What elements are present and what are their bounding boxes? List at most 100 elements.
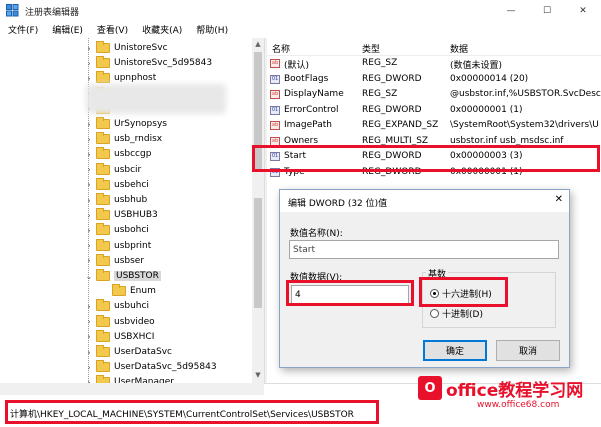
folder-icon	[96, 299, 110, 312]
radio-unselected-icon	[430, 309, 439, 318]
expand-arrow-icon[interactable]: ›	[84, 120, 94, 129]
tree-item[interactable]: › usbvideo	[84, 314, 155, 330]
title-bar: 注册表编辑器 — ☐ ✕	[0, 0, 601, 21]
value-row[interactable]: 01 ErrorControl REG_DWORD 0x00000001 (1)	[267, 103, 601, 118]
dialog-close-icon[interactable]: ✕	[555, 194, 563, 205]
folder-icon	[96, 269, 110, 281]
value-row[interactable]: ab DisplayName REG_SZ @usbstor.inf,%USBSTOR…	[267, 87, 601, 102]
tree-item[interactable]: › usbprint	[84, 238, 151, 254]
cancel-button[interactable]: 取消	[496, 340, 560, 361]
value-data: @usbstor.inf,%USBSTOR.SvcDesc	[450, 89, 601, 99]
scroll-up-icon[interactable]: ▲	[254, 40, 262, 48]
tree-item-label: USBSTOR	[114, 271, 161, 281]
maximize-button[interactable]: ☐	[529, 0, 565, 21]
expand-arrow-icon[interactable]: ›	[84, 302, 94, 311]
tree-item-label: UserDataSvc_5d95843	[114, 362, 217, 373]
tree-item[interactable]: › UrSynopsys	[84, 116, 167, 132]
value-data: \SystemRoot\System32\drivers\U	[450, 120, 599, 130]
tree-item[interactable]: ⌄ USBSTOR	[84, 268, 161, 284]
folder-icon	[96, 162, 110, 175]
tree-item[interactable]: Enum	[100, 283, 156, 299]
menu-help[interactable]: 帮助(H)	[196, 23, 228, 36]
expand-arrow-icon[interactable]: ›	[84, 180, 94, 189]
key-tree[interactable]: › UnistoreSvc › UnistoreSvc_5d95843 › upnphos…	[0, 38, 252, 383]
tree-item[interactable]: › usbser	[84, 253, 144, 269]
expand-arrow-icon[interactable]: ›	[84, 226, 94, 235]
dialog-title-bar: 编辑 DWORD (32 位)值 ✕	[280, 190, 569, 212]
column-header-name[interactable]: 名称	[272, 42, 290, 55]
value-row[interactable]: ab (默认) REG_SZ (数值未设置)	[267, 56, 601, 71]
tree-item-label: USBHUB3	[114, 210, 158, 221]
folder-icon	[96, 345, 110, 357]
folder-icon	[96, 360, 110, 373]
menu-view[interactable]: 查看(V)	[97, 23, 128, 36]
value-row[interactable]: ab ImagePath REG_EXPAND_SZ \SystemRoot\Syst…	[267, 118, 601, 133]
value-type: REG_SZ	[362, 58, 398, 68]
tree-item[interactable]: › UserDataSvc	[84, 344, 172, 360]
tree-item[interactable]: › usb_rndisx	[84, 131, 162, 147]
value-type: REG_DWORD	[362, 73, 422, 84]
value-data: 0x00000001 (1)	[450, 104, 523, 115]
expand-arrow-icon[interactable]: ›	[84, 150, 94, 159]
folder-icon	[96, 177, 110, 190]
ok-button[interactable]: 确定	[423, 340, 487, 361]
folder-icon	[96, 329, 110, 342]
radio-decimal[interactable]: 十进制(D)	[430, 307, 483, 320]
value-name: Owners	[284, 135, 319, 146]
value-data: usbstor.inf usb_msdsc.inf	[450, 135, 564, 146]
tree-item[interactable]: › usbehci	[84, 177, 149, 193]
minimize-button[interactable]: —	[493, 0, 529, 21]
tree-item-label: Enum	[130, 286, 156, 297]
expand-arrow-icon[interactable]: ›	[84, 332, 94, 341]
registry-icon	[6, 4, 19, 17]
tree-item[interactable]: › usbuhci	[84, 298, 149, 314]
expand-arrow-icon[interactable]: ›	[84, 196, 94, 205]
folder-icon	[96, 314, 110, 327]
tree-item-label: UnistoreSvc	[114, 43, 168, 53]
column-header-type[interactable]: 类型	[362, 42, 380, 55]
tree-item-label: usbehci	[114, 179, 149, 190]
expand-arrow-icon[interactable]: ›	[84, 348, 94, 357]
expand-arrow-icon[interactable]: ›	[84, 59, 94, 68]
tree-item[interactable]: › USBHUB3	[84, 207, 158, 223]
tree-item[interactable]: › usbohci	[84, 222, 149, 238]
value-row[interactable]: 01 BootFlags REG_DWORD 0x00000014 (20)	[267, 72, 601, 87]
tree-item[interactable]: › usbcir	[84, 162, 141, 178]
expand-arrow-icon[interactable]: ›	[84, 241, 94, 250]
menu-favorites[interactable]: 收藏夹(A)	[142, 23, 182, 36]
expand-arrow-icon[interactable]: ›	[84, 211, 94, 220]
column-header-data[interactable]: 数据	[450, 42, 468, 55]
expand-arrow-icon[interactable]: ›	[84, 317, 94, 326]
tree-item-label: usbcir	[114, 164, 142, 175]
highlight-start-row	[252, 145, 600, 172]
expand-arrow-icon[interactable]: ›	[84, 44, 94, 53]
tree-vertical-scrollbar[interactable]: ▲ ▼	[252, 38, 264, 383]
tree-item-label: UnistoreSvc_5d95843	[114, 58, 213, 69]
tree-item[interactable]: › UserDataSvc_5d95843	[84, 359, 217, 375]
folder-icon	[96, 238, 110, 251]
close-button[interactable]: ✕	[565, 0, 601, 21]
scrollbar-thumb-lower[interactable]	[254, 198, 262, 308]
scroll-down-icon[interactable]: ▼	[254, 371, 262, 379]
expand-arrow-icon[interactable]: ⌄	[84, 272, 94, 281]
tree-horizontal-scrollbar[interactable]	[0, 383, 264, 395]
watermark-url: www.office68.com	[477, 400, 560, 410]
tree-item[interactable]: › USBXHCI	[84, 329, 154, 345]
tree-item[interactable]: › UserManager	[84, 374, 174, 383]
dialog-title: 编辑 DWORD (32 位)值	[288, 199, 388, 209]
tree-item[interactable]: › UnistoreSvc_5d95843	[84, 55, 212, 71]
expand-arrow-icon[interactable]: ›	[84, 135, 94, 144]
tree-item[interactable]: › UnistoreSvc	[84, 40, 168, 56]
folder-icon	[96, 71, 110, 84]
tree-item-label: usbuhci	[114, 301, 149, 312]
expand-arrow-icon[interactable]: ›	[84, 256, 94, 265]
expand-arrow-icon[interactable]: ›	[84, 74, 94, 83]
tree-item[interactable]: › usbhub	[84, 192, 147, 208]
menu-edit[interactable]: 编辑(E)	[52, 23, 83, 36]
menu-bar: 文件(F) 编辑(E) 查看(V) 收藏夹(A) 帮助(H)	[0, 21, 601, 38]
expand-arrow-icon[interactable]: ›	[84, 363, 94, 372]
string-value-icon: ab	[270, 90, 280, 99]
menu-file[interactable]: 文件(F)	[8, 23, 38, 36]
tree-item[interactable]: › usbccgp	[84, 146, 151, 162]
expand-arrow-icon[interactable]: ›	[84, 165, 94, 174]
